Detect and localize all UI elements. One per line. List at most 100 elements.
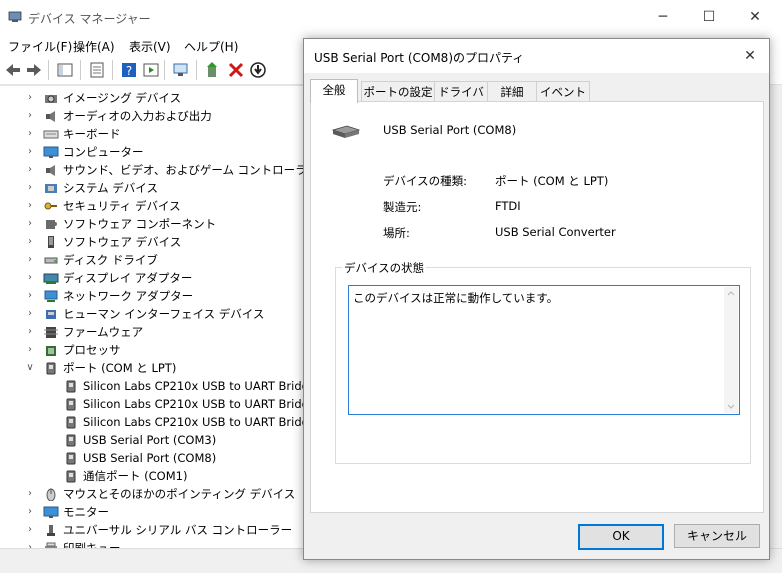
disk-icon: [44, 257, 58, 264]
mouse-icon: [46, 488, 56, 501]
tree-category-item[interactable]: › イメージング デバイス: [0, 89, 310, 107]
properties-icon[interactable]: [88, 61, 106, 79]
close-button[interactable]: ✕: [740, 6, 770, 28]
tree-category-item[interactable]: › ヒューマン インターフェイス デバイス: [0, 305, 310, 323]
tab-port-settings[interactable]: ポートの設定: [361, 81, 435, 102]
menu-action[interactable]: 操作(A): [73, 38, 115, 55]
device-tree: › イメージング デバイス › オーディオの入力および出力 › キーボード › コンピューター…: [0, 85, 332, 556]
tree-item-label: ユニバーサル シリアル バス コントローラー: [63, 523, 293, 537]
help-icon[interactable]: ?: [120, 61, 138, 79]
chevron-right-icon[interactable]: ›: [25, 485, 35, 503]
tab-driver[interactable]: ドライバー: [434, 81, 488, 119]
tree-category-item[interactable]: › ファームウェア: [0, 323, 310, 341]
chevron-right-icon[interactable]: ›: [25, 503, 35, 521]
menu-help[interactable]: ヘルプ(H): [184, 38, 238, 55]
chevron-right-icon[interactable]: ›: [25, 161, 35, 179]
chevron-right-icon[interactable]: ›: [25, 287, 35, 305]
device-status-textbox[interactable]: このデバイスは正常に動作しています。: [348, 285, 740, 415]
chevron-right-icon[interactable]: ›: [25, 269, 35, 287]
minimize-button[interactable]: ─: [648, 6, 678, 28]
tree-category-item[interactable]: › モニター: [0, 503, 310, 521]
chevron-right-icon[interactable]: ›: [25, 197, 35, 215]
chevron-right-icon[interactable]: ›: [25, 143, 35, 161]
svg-text:?: ?: [126, 64, 132, 78]
tree-category-item[interactable]: › ユニバーサル シリアル バス コントローラー: [0, 521, 310, 539]
tree-category-item[interactable]: ∨ ポート (COM と LPT): [0, 359, 310, 377]
update-driver-icon[interactable]: [204, 61, 222, 79]
chevron-right-icon[interactable]: ›: [25, 107, 35, 125]
location-value: USB Serial Converter: [495, 225, 616, 239]
action-pane-icon[interactable]: [142, 61, 160, 79]
tree-item-label: 通信ポート (COM1): [83, 469, 188, 483]
location-label: 場所:: [383, 226, 410, 240]
tree-category-item[interactable]: › コンピューター: [0, 143, 310, 161]
tree-category-item[interactable]: › プロセッサ: [0, 341, 310, 359]
tree-item-label: ヒューマン インターフェイス デバイス: [63, 307, 265, 321]
chevron-right-icon[interactable]: ›: [25, 179, 35, 197]
status-scrollbar[interactable]: [724, 287, 738, 413]
tree-device-item[interactable]: Silicon Labs CP210x USB to UART Bridge (…: [0, 395, 332, 413]
tree-category-item[interactable]: › システム デバイス: [0, 179, 310, 197]
device-status-text: このデバイスは正常に動作しています。: [353, 291, 559, 305]
tab-general[interactable]: 全般: [310, 79, 358, 103]
forward-arrow-icon[interactable]: [25, 61, 43, 79]
tree-category-item[interactable]: › ソフトウェア コンポーネント: [0, 215, 310, 233]
monitor-icon: [43, 146, 59, 158]
tree-item-label: オーディオの入力および出力: [63, 109, 212, 123]
tree-category-item[interactable]: › ディスプレイ アダプター: [0, 269, 310, 287]
tree-device-item[interactable]: Silicon Labs CP210x USB to UART Bridge (…: [0, 377, 332, 395]
title-bar: デバイス マネージャー ─ ☐ ✕: [0, 0, 782, 34]
cpu-icon: [46, 346, 56, 356]
chevron-right-icon[interactable]: ›: [25, 323, 35, 341]
toolbar-separator: [112, 60, 113, 80]
dialog-close-button[interactable]: ✕: [739, 45, 761, 67]
tree-item-label: ファームウェア: [63, 325, 144, 339]
maximize-button[interactable]: ☐: [694, 6, 724, 28]
device-type-value: ポート (COM と LPT): [495, 174, 609, 188]
tree-category-item[interactable]: › キーボード: [0, 125, 310, 143]
show-hide-tree-icon[interactable]: [56, 61, 74, 79]
ok-button[interactable]: OK: [578, 524, 664, 550]
port-icon: [66, 380, 76, 393]
tree-item-label: Silicon Labs CP210x USB to UART Bridge (…: [83, 397, 333, 411]
tree-device-item[interactable]: USB Serial Port (COM3): [0, 431, 310, 449]
tree-item-label: USB Serial Port (COM3): [83, 433, 217, 447]
chevron-down-icon[interactable]: ∨: [25, 359, 35, 377]
tree-device-item[interactable]: Silicon Labs CP210x USB to UART Bridge (…: [0, 413, 332, 431]
tree-device-item[interactable]: 通信ポート (COM1): [0, 467, 310, 485]
scan-hardware-icon[interactable]: [172, 61, 190, 79]
chevron-right-icon[interactable]: ›: [25, 215, 35, 233]
port-icon: [66, 434, 76, 447]
tree-category-item[interactable]: › セキュリティ デバイス: [0, 197, 310, 215]
tree-category-item[interactable]: › ネットワーク アダプター: [0, 287, 310, 305]
tree-category-item[interactable]: › オーディオの入力および出力: [0, 107, 310, 125]
chevron-right-icon[interactable]: ›: [25, 305, 35, 323]
uninstall-icon[interactable]: [227, 61, 245, 79]
chevron-right-icon[interactable]: ›: [25, 89, 35, 107]
disable-device-icon[interactable]: [249, 61, 267, 79]
tree-device-item[interactable]: USB Serial Port (COM8): [0, 449, 310, 467]
menu-view[interactable]: 表示(V): [129, 38, 171, 55]
tree-category-item[interactable]: › ソフトウェア デバイス: [0, 233, 310, 251]
chevron-right-icon[interactable]: ›: [25, 521, 35, 539]
chevron-right-icon[interactable]: ›: [25, 251, 35, 269]
tree-category-item[interactable]: › マウスとそのほかのポインティング デバイス: [0, 485, 310, 503]
chevron-right-icon[interactable]: ›: [25, 341, 35, 359]
network-icon: [44, 290, 58, 302]
serial-port-icon: [331, 125, 361, 138]
phone-icon: [48, 236, 54, 248]
chevron-right-icon[interactable]: ›: [25, 125, 35, 143]
menu-file[interactable]: ファイル(F): [8, 38, 72, 55]
tab-events[interactable]: イベント: [536, 81, 590, 102]
chevron-right-icon[interactable]: ›: [25, 233, 35, 251]
tree-item-label: ネットワーク アダプター: [63, 289, 194, 303]
device-type-label: デバイスの種類:: [383, 174, 468, 188]
device-status-group-label: デバイスの状態: [342, 260, 427, 276]
back-arrow-icon[interactable]: [4, 61, 22, 79]
tree-category-item[interactable]: › サウンド、ビデオ、およびゲーム コントローラー: [0, 161, 318, 179]
tab-details[interactable]: 詳細: [487, 81, 537, 102]
keyboard-icon: [43, 130, 59, 139]
tree-item-label: マウスとそのほかのポインティング デバイス: [63, 487, 296, 501]
tree-category-item[interactable]: › ディスク ドライブ: [0, 251, 310, 269]
cancel-button[interactable]: キャンセル: [674, 524, 760, 548]
